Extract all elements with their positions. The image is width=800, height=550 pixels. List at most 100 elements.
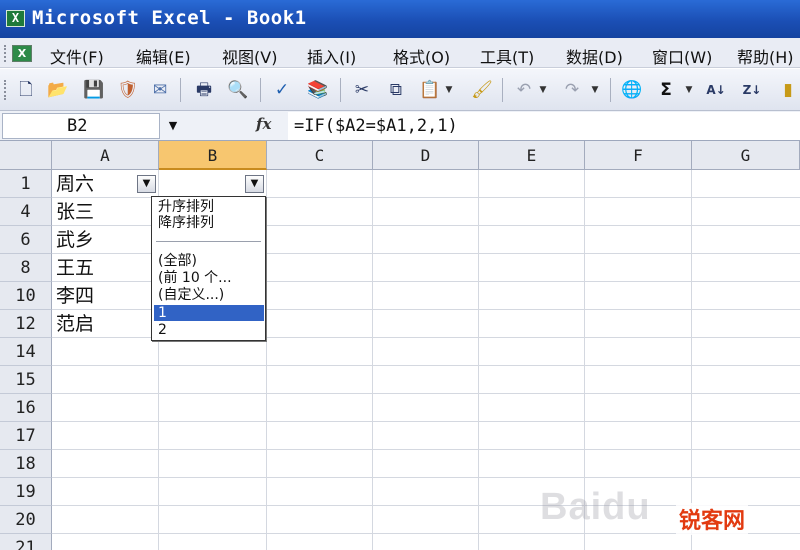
menu-format[interactable]: 格式(O)	[393, 44, 450, 68]
format-painter-icon[interactable]: 🖌	[470, 78, 494, 102]
row-header[interactable]: 17	[0, 422, 52, 450]
row-header[interactable]: 8	[0, 254, 52, 282]
chart-wizard-icon[interactable]: ▮	[776, 78, 800, 102]
column-header-e[interactable]: E	[479, 141, 585, 170]
paste-icon[interactable]: 📋	[418, 78, 442, 102]
menu-view[interactable]: 视图(V)	[222, 44, 277, 68]
name-box-dropdown-icon[interactable]: ▼	[164, 115, 182, 137]
column-header-f[interactable]: F	[585, 141, 692, 170]
row-header[interactable]: 14	[0, 338, 52, 366]
grid-line	[372, 170, 373, 550]
row-header[interactable]: 19	[0, 478, 52, 506]
cell-a4[interactable]: 张三	[56, 198, 146, 226]
baidu-watermark: Baidu	[540, 486, 651, 528]
filter-custom-option[interactable]: (自定义...)	[158, 287, 224, 303]
row-header[interactable]: 21	[0, 534, 52, 550]
column-header-d[interactable]: D	[373, 141, 479, 170]
cut-icon[interactable]: ✂	[350, 78, 374, 102]
cell-a10[interactable]: 李四	[56, 282, 146, 310]
filter-value-option[interactable]: 2	[158, 322, 167, 338]
hyperlink-icon[interactable]: 🌐	[620, 78, 644, 102]
row-header[interactable]: 20	[0, 506, 52, 534]
row-header[interactable]: 15	[0, 366, 52, 394]
email-icon[interactable]: ✉	[148, 78, 172, 102]
new-icon[interactable]: 🗋	[14, 78, 38, 102]
insert-function-icon[interactable]: fx	[256, 115, 271, 133]
standard-toolbar: 🗋 📂 💾 🛡 ✉ 🖶 🔍 ✓ 📚 ✂ ⧉ 📋 ▼ 🖌 ↶ ▼ ↷ ▼ 🌐 Σ …	[0, 69, 800, 111]
cell-a6[interactable]: 武乡	[56, 226, 146, 254]
column-header-b[interactable]: B	[159, 141, 267, 170]
formula-input[interactable]: =IF($A2=$A1,2,1)	[288, 112, 800, 140]
window-title: Microsoft Excel - Book1	[32, 7, 307, 29]
column-header-a[interactable]: A	[52, 141, 159, 170]
toolbar-separator	[340, 78, 341, 102]
cell-a1[interactable]: 周六	[56, 170, 146, 198]
sort-descending-icon[interactable]: Z↓	[740, 78, 764, 102]
name-box[interactable]: B2	[2, 113, 160, 139]
row-header[interactable]: 4	[0, 198, 52, 226]
worksheet-grid[interactable]: A B C D E F G 1 4 6 8 10 12 14 15 16 17 …	[0, 141, 800, 550]
menu-insert[interactable]: 插入(I)	[307, 44, 356, 68]
autosum-icon[interactable]: Σ	[654, 78, 678, 102]
column-header-c[interactable]: C	[267, 141, 373, 170]
undo-icon[interactable]: ↶	[512, 78, 536, 102]
filter-top10-option[interactable]: (前 10 个...	[158, 270, 232, 286]
permission-icon[interactable]: 🛡	[116, 78, 140, 102]
row-header[interactable]: 10	[0, 282, 52, 310]
row-header[interactable]: 12	[0, 310, 52, 338]
sort-ascending-icon[interactable]: A↓	[704, 78, 728, 102]
menu-data[interactable]: 数据(D)	[566, 44, 623, 68]
spelling-icon[interactable]: ✓	[270, 78, 294, 102]
grid-line	[52, 421, 800, 422]
menu-help[interactable]: 帮助(H)	[737, 44, 794, 68]
dropdown-separator	[156, 241, 261, 242]
title-bar: X Microsoft Excel - Book1	[0, 0, 800, 38]
menubar-grip[interactable]	[4, 45, 7, 62]
filter-value-option[interactable]: 1	[158, 305, 167, 321]
undo-dropdown-icon[interactable]: ▼	[538, 78, 548, 102]
sort-ascending-option[interactable]: 升序排列	[158, 199, 214, 215]
formula-bar: B2 ▼ fx =IF($A2=$A1,2,1)	[0, 111, 800, 141]
filter-all-option[interactable]: (全部)	[158, 253, 197, 269]
site-watermark: 锐客网	[676, 503, 749, 535]
sort-descending-option[interactable]: 降序排列	[158, 215, 214, 231]
copy-icon[interactable]: ⧉	[384, 78, 408, 102]
menu-edit[interactable]: 编辑(E)	[136, 44, 191, 68]
menu-bar: X 文件(F) 编辑(E) 视图(V) 插入(I) 格式(O) 工具(T) 数据…	[0, 38, 800, 68]
grid-line	[691, 170, 692, 550]
select-all-corner[interactable]	[0, 141, 52, 170]
print-preview-icon[interactable]: 🔍	[226, 78, 250, 102]
menu-file[interactable]: 文件(F)	[50, 44, 104, 68]
column-header-g[interactable]: G	[692, 141, 800, 170]
cell-a8[interactable]: 王五	[56, 254, 146, 282]
redo-dropdown-icon[interactable]: ▼	[590, 78, 600, 102]
grid-line	[266, 170, 267, 550]
row-header[interactable]: 18	[0, 450, 52, 478]
autosum-dropdown-icon[interactable]: ▼	[684, 78, 694, 102]
row-header[interactable]: 16	[0, 394, 52, 422]
row-header[interactable]: 1	[0, 170, 52, 198]
row-header[interactable]: 6	[0, 226, 52, 254]
grid-line	[52, 449, 800, 450]
menu-tools[interactable]: 工具(T)	[480, 44, 534, 68]
redo-icon[interactable]: ↷	[560, 78, 584, 102]
open-icon[interactable]: 📂	[46, 78, 70, 102]
grid-line	[52, 477, 800, 478]
paste-dropdown-icon[interactable]: ▼	[444, 78, 454, 102]
excel-app-icon[interactable]: X	[6, 10, 25, 27]
toolbar-separator	[610, 78, 611, 102]
menu-window[interactable]: 窗口(W)	[652, 44, 712, 68]
toolbar-separator	[502, 78, 503, 102]
workbook-icon[interactable]: X	[12, 45, 32, 62]
toolbar-separator	[180, 78, 181, 102]
print-icon[interactable]: 🖶	[192, 78, 216, 102]
cell-a12[interactable]: 范启	[56, 310, 146, 338]
research-icon[interactable]: 📚	[306, 78, 330, 102]
toolbar-separator	[260, 78, 261, 102]
autofilter-dropdown: 升序排列 降序排列 (全部) (前 10 个... (自定义...) 1 2	[151, 196, 266, 341]
autofilter-button-b[interactable]: ▼	[245, 175, 264, 193]
save-icon[interactable]: 💾	[82, 78, 106, 102]
toolbar-grip[interactable]	[4, 80, 7, 100]
selection-highlight	[154, 305, 264, 321]
autofilter-button-a[interactable]: ▼	[137, 175, 156, 193]
